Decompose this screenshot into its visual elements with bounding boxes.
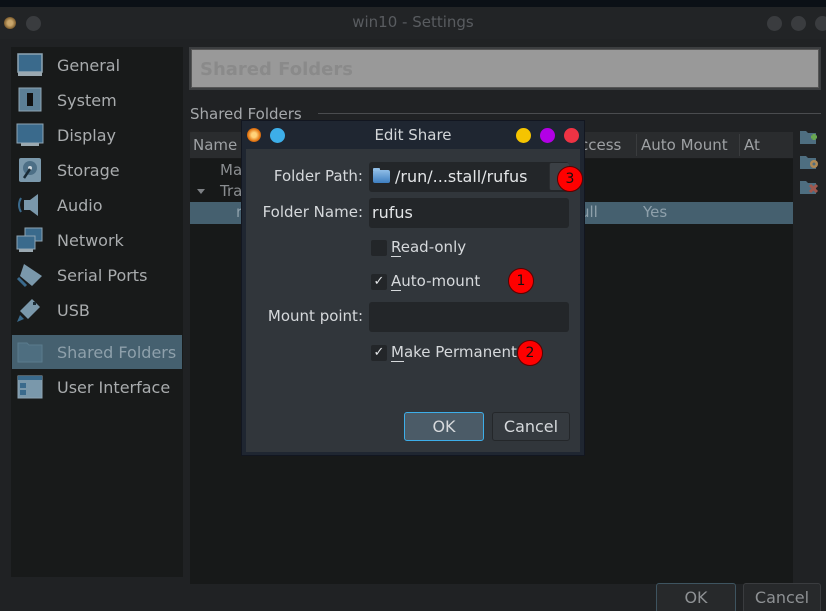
sidebar-item-label: Storage	[57, 160, 120, 180]
add-shared-folder-icon	[800, 131, 817, 144]
edit-share-dialog: Edit Share Folder Path: /run/...stall/ru…	[241, 120, 585, 456]
sidebar-item-label: Network	[57, 230, 124, 250]
dialog-maximize-button[interactable]	[540, 128, 555, 143]
auto-mount-checkbox[interactable]: ✓	[371, 274, 387, 290]
storage-disk-icon	[16, 157, 44, 183]
dialog-close-button[interactable]	[564, 128, 579, 143]
read-only-label[interactable]: Read-only	[391, 238, 467, 257]
dialog-title: Edit Share	[374, 126, 452, 144]
dialog-body: Folder Path: /run/...stall/rufus Folder …	[246, 149, 580, 452]
serial-port-icon	[16, 262, 44, 288]
sidebar-item-general[interactable]: General	[12, 48, 182, 82]
settings-sidebar: General System Display Storage Audio Net…	[11, 47, 183, 577]
column-separator[interactable]	[739, 134, 740, 156]
annotation-badge-1: 1	[508, 268, 534, 294]
sidebar-item-system[interactable]: System	[12, 83, 182, 117]
make-permanent-label[interactable]: Make Permanent	[391, 343, 517, 362]
add-shared-folder-button[interactable]	[799, 128, 819, 146]
sidebar-item-user-interface[interactable]: User Interface	[12, 370, 182, 404]
sidebar-item-label: General	[57, 55, 121, 75]
dialog-minimize-button[interactable]	[516, 128, 531, 143]
remove-shared-folder-button[interactable]	[799, 178, 819, 196]
sidebar-item-label: Serial Ports	[57, 265, 148, 285]
folder-path-label: Folder Path:	[273, 167, 363, 185]
edit-shared-folder-icon	[800, 156, 818, 169]
sidebar-item-audio[interactable]: Audio	[12, 188, 182, 222]
column-header-name[interactable]: Name	[193, 136, 237, 154]
page-title: Shared Folders	[200, 59, 353, 80]
usb-icon	[16, 297, 44, 323]
dialog-ok-button[interactable]: OK	[404, 412, 484, 441]
edit-shared-folder-button[interactable]	[799, 153, 819, 171]
label-text: ead-only	[400, 238, 467, 256]
row-auto-mount: Yes	[643, 203, 668, 221]
sidebar-item-label: USB	[57, 300, 90, 320]
mount-point-input[interactable]	[369, 302, 569, 332]
settings-ok-button[interactable]: OK	[656, 583, 736, 611]
sidebar-item-storage[interactable]: Storage	[12, 153, 182, 187]
folder-path-combo[interactable]: /run/...stall/rufus	[369, 162, 569, 192]
group-label-prefix: Shared	[190, 105, 248, 123]
settings-cancel-button[interactable]: Cancel	[743, 583, 821, 611]
desktop-top-strip	[0, 0, 826, 7]
sidebar-item-label: Display	[57, 125, 116, 145]
window-title: win10 - Settings	[352, 13, 474, 31]
folder-name-label: Folder Name:	[262, 203, 363, 221]
shared-folder-icon	[16, 339, 44, 365]
label-text: ake Permanent	[403, 343, 517, 361]
sidebar-item-serial-ports[interactable]: Serial Ports	[12, 258, 182, 292]
mnemonic: R	[391, 238, 401, 257]
sidebar-item-network[interactable]: Network	[12, 223, 182, 257]
dialog-titlebar: Edit Share	[242, 121, 584, 149]
audio-speaker-icon	[16, 192, 44, 218]
column-header-auto-mount[interactable]: Auto Mount	[641, 136, 728, 154]
window-maximize-button[interactable]	[791, 16, 806, 31]
sidebar-item-label: User Interface	[57, 377, 171, 397]
expand-arrow-icon[interactable]	[197, 189, 205, 194]
remove-shared-folder-icon	[800, 181, 819, 194]
window-minimize-button[interactable]	[767, 16, 782, 31]
mnemonic: M	[391, 343, 404, 362]
folder-icon	[373, 168, 390, 183]
group-divider	[318, 113, 821, 114]
column-separator[interactable]	[636, 134, 637, 156]
sidebar-item-label: System	[57, 90, 117, 110]
sidebar-item-label: Audio	[57, 195, 103, 215]
page-header: Shared Folders	[189, 47, 821, 90]
network-icon	[16, 227, 44, 253]
annotation-badge-2: 2	[517, 340, 543, 366]
system-chip-icon	[16, 87, 44, 113]
folder-name-input[interactable]: rufus	[369, 198, 569, 228]
auto-mount-label[interactable]: Auto-mount	[391, 272, 481, 291]
dialog-cancel-button[interactable]: Cancel	[492, 412, 570, 441]
label-text: uto-mount	[401, 272, 481, 290]
annotation-badge-3: 3	[557, 166, 583, 192]
row-name: Tra	[220, 182, 243, 200]
user-interface-icon	[16, 374, 44, 400]
window-close-button[interactable]	[815, 16, 826, 31]
mnemonic: A	[391, 272, 402, 291]
sidebar-item-label: Shared Folders	[57, 342, 177, 362]
sidebar-item-shared-folders[interactable]: Shared Folders	[12, 335, 182, 369]
column-header-at[interactable]: At	[744, 136, 760, 154]
mount-point-label: Mount point:	[267, 307, 363, 325]
display-monitor-icon	[16, 122, 44, 148]
general-icon	[16, 52, 44, 78]
sidebar-item-display[interactable]: Display	[12, 118, 182, 152]
row-name: Ma	[220, 161, 243, 179]
sidebar-item-usb[interactable]: USB	[12, 293, 182, 327]
window-titlebar: win10 - Settings	[0, 7, 826, 39]
make-permanent-checkbox[interactable]: ✓	[371, 345, 387, 361]
folder-path-value: /run/...stall/rufus	[395, 167, 528, 186]
read-only-checkbox[interactable]	[371, 240, 387, 256]
